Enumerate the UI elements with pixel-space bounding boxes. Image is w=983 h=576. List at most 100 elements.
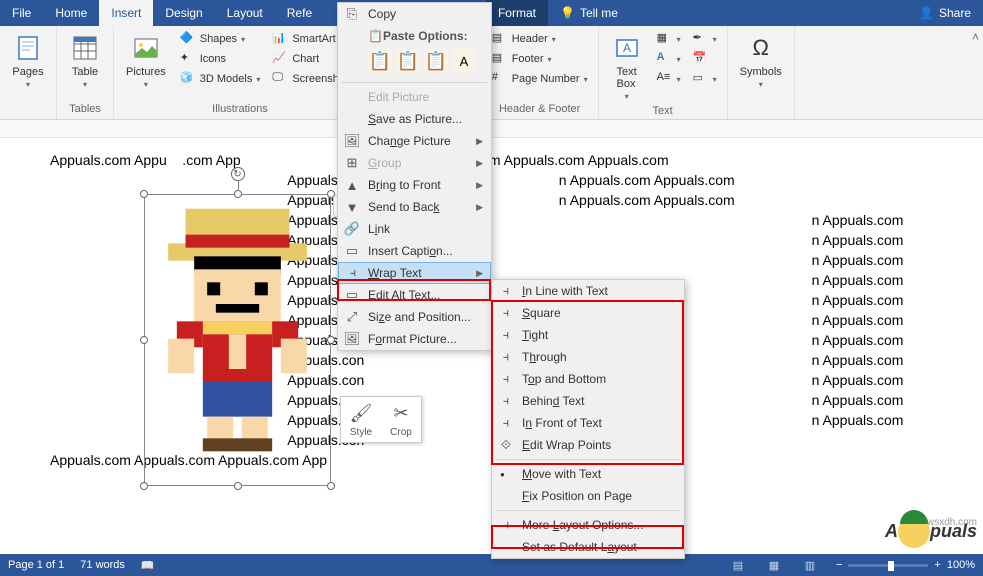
- tab-file[interactable]: File: [0, 0, 43, 26]
- tables-group-label: Tables: [63, 101, 107, 117]
- ctx-insert-caption[interactable]: ▭Insert Caption...: [338, 240, 491, 262]
- view-print-button[interactable]: ▦: [764, 557, 784, 573]
- ctx-size-position[interactable]: ⤢Size and Position...: [338, 306, 491, 328]
- send-back-icon: ▼: [344, 199, 360, 215]
- ctx-format-picture[interactable]: 🖼Format Picture...: [338, 328, 491, 350]
- wrap-set-default[interactable]: Set as Default Layout: [492, 536, 684, 558]
- rotate-handle[interactable]: [231, 167, 245, 181]
- chevron-right-icon: ▶: [476, 158, 483, 169]
- tell-me[interactable]: 💡 Tell me: [548, 0, 630, 26]
- resize-handle-bl[interactable]: [140, 482, 148, 490]
- screenshot-icon: 🖵: [272, 71, 288, 87]
- text-group-label: Text: [605, 103, 721, 119]
- header-button[interactable]: ▤Header ▾: [488, 30, 592, 48]
- wrap-square-icon: ⫞: [498, 305, 514, 321]
- wrap-in-front[interactable]: ⫞In Front of Text: [492, 412, 684, 434]
- wrap-more-layout-options[interactable]: ⫞More Layout Options...: [492, 514, 684, 536]
- 3d-models-button[interactable]: 🧊3D Models ▾: [176, 70, 265, 88]
- wrap-fix-position[interactable]: Fix Position on Page: [492, 485, 684, 507]
- ctx-send-to-back[interactable]: ▼Send to Back▶: [338, 196, 491, 218]
- wrap-tight[interactable]: ⫞Tight: [492, 324, 684, 346]
- tab-format[interactable]: Format: [486, 0, 548, 26]
- wrap-square[interactable]: ⫞Square: [492, 302, 684, 324]
- wrap-move-with-text[interactable]: Move with Text: [492, 463, 684, 485]
- page-number-button[interactable]: #Page Number ▾: [488, 70, 592, 88]
- symbols-button[interactable]: Ω Symbols ▾: [734, 30, 788, 91]
- paste-option-2[interactable]: 📋: [396, 49, 420, 73]
- wrap-behind[interactable]: ⫞Behind Text: [492, 390, 684, 412]
- ctx-change-picture[interactable]: 🖼Change Picture▶: [338, 130, 491, 152]
- footer-icon: ▤: [492, 51, 508, 67]
- symbols-button-label: Symbols: [740, 66, 782, 78]
- chevron-right-icon: ▶: [476, 136, 483, 147]
- pictures-button[interactable]: Pictures ▾: [120, 30, 172, 91]
- mini-style-button[interactable]: 🖌 Style: [341, 397, 381, 442]
- header-label: Header: [512, 33, 548, 45]
- ctx-copy[interactable]: ⎘Copy: [338, 3, 491, 25]
- tab-references[interactable]: Refe: [275, 0, 324, 26]
- footer-button[interactable]: ▤Footer ▾: [488, 50, 592, 68]
- signature-line-button[interactable]: ✒▾: [689, 30, 721, 48]
- status-spell-check-icon[interactable]: 📖: [141, 559, 155, 572]
- tab-home[interactable]: Home: [43, 0, 99, 26]
- zoom-slider-thumb[interactable]: [888, 561, 894, 571]
- ribbon-group-illustrations: Pictures ▾ 🔷Shapes ▾ ✦Icons 🧊3D Models ▾…: [114, 26, 367, 119]
- wordart-button[interactable]: A▾: [653, 50, 685, 68]
- page-number-label: Page Number: [512, 73, 580, 85]
- wrap-through[interactable]: ⫞Through: [492, 346, 684, 368]
- page-number-icon: #: [492, 71, 508, 87]
- chevron-down-icon: ▾: [625, 92, 629, 101]
- resize-handle-tl[interactable]: [140, 190, 148, 198]
- logo-face-icon: [898, 516, 930, 548]
- ribbon-group-header-footer: ▤Header ▾ ▤Footer ▾ #Page Number ▾ Heade…: [482, 26, 599, 119]
- icons-button[interactable]: ✦Icons: [176, 50, 265, 68]
- table-button[interactable]: Table ▾: [63, 30, 107, 91]
- zoom-percent[interactable]: 100%: [947, 559, 975, 571]
- pages-button[interactable]: Pages ▾: [6, 30, 50, 91]
- paste-option-3[interactable]: 📋: [424, 49, 448, 73]
- edit-wrap-icon: ⟐: [498, 437, 514, 453]
- object-button[interactable]: ▭▾: [689, 70, 721, 88]
- wrap-text-icon: ⫞: [345, 265, 361, 281]
- wrap-edit-points[interactable]: ⟐Edit Wrap Points: [492, 434, 684, 456]
- view-read-button[interactable]: ▤: [728, 557, 748, 573]
- zoom-slider[interactable]: [848, 564, 928, 567]
- resize-handle-lm[interactable]: [140, 336, 148, 344]
- wrap-through-icon: ⫞: [498, 349, 514, 365]
- zoom-out-button[interactable]: −: [836, 559, 842, 571]
- drop-cap-button[interactable]: A≡▾: [653, 70, 685, 88]
- resize-handle-rm[interactable]: [327, 336, 335, 344]
- paste-option-4[interactable]: A: [452, 49, 476, 73]
- ctx-edit-alt-text[interactable]: ▭Edit Alt Text...: [338, 284, 491, 306]
- quick-parts-button[interactable]: ▦▾: [653, 30, 685, 48]
- ctx-bring-to-front[interactable]: ▲Bring to Front▶: [338, 174, 491, 196]
- paste-option-1[interactable]: 📋: [368, 49, 392, 73]
- zoom-in-button[interactable]: +: [934, 559, 940, 571]
- resize-handle-bm[interactable]: [234, 482, 242, 490]
- resize-handle-br[interactable]: [327, 482, 335, 490]
- collapse-ribbon-icon[interactable]: ˄: [972, 30, 979, 44]
- mini-crop-button[interactable]: ✂ Crop: [381, 397, 421, 442]
- shapes-button[interactable]: 🔷Shapes ▾: [176, 30, 265, 48]
- date-icon: 📅: [693, 51, 709, 67]
- ctx-wrap-text[interactable]: ⫞Wrap Text▶: [338, 262, 491, 284]
- selected-image[interactable]: ⫞: [150, 200, 325, 480]
- wrap-inline[interactable]: ⫞In Line with Text: [492, 280, 684, 302]
- view-web-button[interactable]: ▥: [800, 557, 820, 573]
- mini-toolbar: 🖌 Style ✂ Crop: [340, 396, 422, 443]
- ctx-save-as-picture[interactable]: Save as Picture...: [338, 108, 491, 130]
- share-button[interactable]: 👤 Share: [919, 6, 971, 20]
- tab-design[interactable]: Design: [153, 0, 214, 26]
- tell-me-label: Tell me: [580, 6, 618, 20]
- chevron-down-icon: ▾: [759, 80, 763, 89]
- chart-label: Chart: [292, 53, 319, 65]
- date-time-button[interactable]: 📅: [689, 50, 721, 68]
- text-box-button[interactable]: A Text Box ▾: [605, 30, 649, 103]
- wrap-top-bottom[interactable]: ⫞Top and Bottom: [492, 368, 684, 390]
- resize-handle-tm[interactable]: [234, 190, 242, 198]
- status-page[interactable]: Page 1 of 1: [8, 559, 64, 571]
- tab-insert[interactable]: Insert: [99, 0, 153, 26]
- status-words[interactable]: 71 words: [80, 559, 125, 571]
- tab-layout[interactable]: Layout: [215, 0, 275, 26]
- ctx-link[interactable]: 🔗Link: [338, 218, 491, 240]
